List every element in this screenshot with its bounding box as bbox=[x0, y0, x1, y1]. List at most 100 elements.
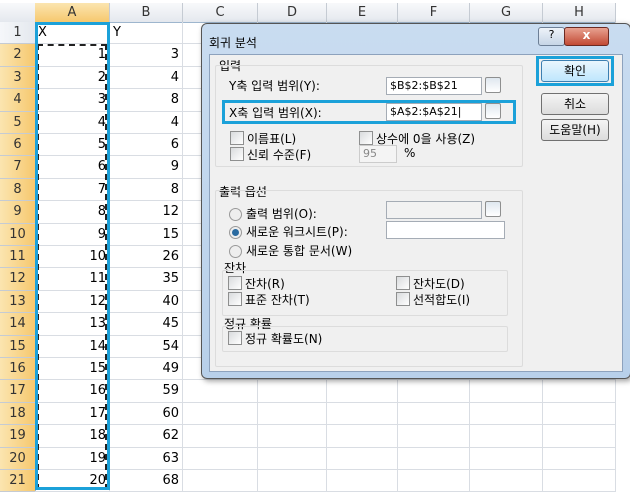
cell-B20[interactable]: 63 bbox=[110, 447, 183, 470]
row-header-10[interactable]: 10 bbox=[0, 223, 36, 246]
x-range-collapse-icon[interactable] bbox=[485, 103, 501, 119]
cell-C18[interactable] bbox=[183, 402, 258, 426]
output-range-collapse-icon[interactable] bbox=[485, 201, 501, 217]
row-header-21[interactable]: 21 bbox=[0, 470, 36, 492]
std-residuals-checkbox[interactable] bbox=[228, 292, 242, 306]
cell-B7[interactable]: 9 bbox=[110, 156, 183, 179]
cell-E20[interactable] bbox=[327, 447, 398, 470]
row-header-2[interactable]: 2 bbox=[0, 44, 36, 67]
cell-B3[interactable]: 4 bbox=[110, 66, 183, 90]
cell-D18[interactable] bbox=[258, 402, 327, 426]
column-header-g[interactable]: G bbox=[470, 3, 543, 23]
normal-plot-checkbox[interactable] bbox=[228, 331, 242, 345]
cell-G21[interactable] bbox=[470, 470, 543, 492]
cell-C17[interactable] bbox=[183, 380, 258, 403]
row-header-9[interactable]: 9 bbox=[0, 201, 36, 224]
column-header-a[interactable]: A bbox=[35, 3, 110, 23]
cell-B5[interactable]: 4 bbox=[110, 111, 183, 134]
new-worksheet-radio[interactable] bbox=[229, 226, 242, 239]
cell-H20[interactable] bbox=[543, 447, 616, 470]
column-header-d[interactable]: D bbox=[258, 3, 327, 23]
row-header-7[interactable]: 7 bbox=[0, 156, 36, 179]
row-header-20[interactable]: 20 bbox=[0, 447, 36, 470]
new-workbook-radio[interactable] bbox=[229, 245, 242, 258]
line-fit-checkbox[interactable] bbox=[396, 292, 410, 306]
cell-H18[interactable] bbox=[543, 402, 616, 426]
row-header-17[interactable]: 17 bbox=[0, 380, 36, 403]
ok-button[interactable]: 확인 bbox=[541, 60, 609, 82]
cell-B1[interactable]: Y bbox=[110, 22, 183, 45]
cancel-button[interactable]: 취소 bbox=[541, 93, 609, 115]
constant-zero-checkbox[interactable] bbox=[359, 131, 373, 145]
cell-G20[interactable] bbox=[470, 447, 543, 470]
cell-B10[interactable]: 15 bbox=[110, 223, 183, 246]
cell-B17[interactable]: 59 bbox=[110, 380, 183, 403]
cell-D21[interactable] bbox=[258, 470, 327, 492]
output-range-radio[interactable] bbox=[229, 208, 242, 221]
column-header-f[interactable]: F bbox=[398, 3, 470, 23]
residual-plots-checkbox[interactable] bbox=[396, 276, 410, 290]
cell-B2[interactable]: 3 bbox=[110, 44, 183, 67]
row-header-3[interactable]: 3 bbox=[0, 66, 36, 90]
cell-B21[interactable]: 68 bbox=[110, 470, 183, 492]
row-header-19[interactable]: 19 bbox=[0, 425, 36, 448]
cell-E17[interactable] bbox=[327, 380, 398, 403]
cell-G19[interactable] bbox=[470, 425, 543, 448]
cell-C21[interactable] bbox=[183, 470, 258, 492]
cell-F18[interactable] bbox=[398, 402, 470, 426]
row-header-8[interactable]: 8 bbox=[0, 178, 36, 202]
cell-H17[interactable] bbox=[543, 380, 616, 403]
cell-G18[interactable] bbox=[470, 402, 543, 426]
row-header-4[interactable]: 4 bbox=[0, 89, 36, 112]
cell-B16[interactable]: 49 bbox=[110, 358, 183, 381]
close-button[interactable]: x bbox=[564, 27, 609, 46]
cell-H21[interactable] bbox=[543, 470, 616, 492]
row-header-13[interactable]: 13 bbox=[0, 290, 36, 314]
confidence-checkbox[interactable] bbox=[230, 147, 244, 161]
cell-B15[interactable]: 54 bbox=[110, 335, 183, 358]
cell-B14[interactable]: 45 bbox=[110, 313, 183, 336]
column-header-e[interactable]: E bbox=[327, 3, 398, 23]
residuals-checkbox[interactable] bbox=[228, 276, 242, 290]
row-header-12[interactable]: 12 bbox=[0, 268, 36, 291]
cell-B19[interactable]: 62 bbox=[110, 425, 183, 448]
row-header-15[interactable]: 15 bbox=[0, 335, 36, 358]
row-header-1[interactable]: 1 bbox=[0, 22, 36, 45]
cell-B13[interactable]: 40 bbox=[110, 290, 183, 314]
cell-F17[interactable] bbox=[398, 380, 470, 403]
row-header-14[interactable]: 14 bbox=[0, 313, 36, 336]
cell-D20[interactable] bbox=[258, 447, 327, 470]
cell-B8[interactable]: 8 bbox=[110, 178, 183, 202]
cell-B6[interactable]: 6 bbox=[110, 134, 183, 157]
column-header-b[interactable]: B bbox=[110, 3, 183, 23]
cell-B12[interactable]: 35 bbox=[110, 268, 183, 291]
cell-E18[interactable] bbox=[327, 402, 398, 426]
column-header-c[interactable]: C bbox=[183, 3, 258, 23]
labels-checkbox[interactable] bbox=[230, 131, 244, 145]
cell-B11[interactable]: 26 bbox=[110, 246, 183, 269]
cell-B9[interactable]: 12 bbox=[110, 201, 183, 224]
row-header-11[interactable]: 11 bbox=[0, 246, 36, 269]
cell-D19[interactable] bbox=[258, 425, 327, 448]
y-range-collapse-icon[interactable] bbox=[485, 77, 501, 93]
cell-F21[interactable] bbox=[398, 470, 470, 492]
cell-C19[interactable] bbox=[183, 425, 258, 448]
confidence-input[interactable]: 95 bbox=[359, 145, 397, 163]
row-header-16[interactable]: 16 bbox=[0, 358, 36, 381]
row-header-6[interactable]: 6 bbox=[0, 134, 36, 157]
new-worksheet-input[interactable] bbox=[386, 221, 505, 239]
cell-F19[interactable] bbox=[398, 425, 470, 448]
help-dialog-button[interactable]: 도움말(H) bbox=[541, 119, 609, 141]
cell-C20[interactable] bbox=[183, 447, 258, 470]
x-range-input[interactable]: $A$2:$A$21| bbox=[386, 103, 482, 121]
row-header-5[interactable]: 5 bbox=[0, 111, 36, 134]
column-header-h[interactable]: H bbox=[543, 3, 616, 23]
cell-E21[interactable] bbox=[327, 470, 398, 492]
cell-E19[interactable] bbox=[327, 425, 398, 448]
cell-B4[interactable]: 8 bbox=[110, 89, 183, 112]
cell-F20[interactable] bbox=[398, 447, 470, 470]
cell-G17[interactable] bbox=[470, 380, 543, 403]
cell-D17[interactable] bbox=[258, 380, 327, 403]
output-range-input[interactable] bbox=[386, 201, 482, 219]
help-button[interactable]: ? bbox=[538, 27, 565, 46]
